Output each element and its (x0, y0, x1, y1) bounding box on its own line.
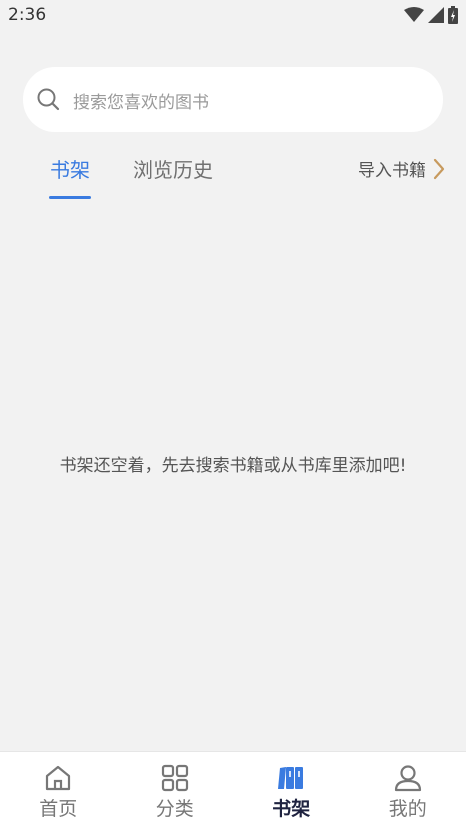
search-placeholder: 搜索您喜欢的图书 (73, 93, 209, 113)
nav-item-bookshelf[interactable]: 书架 (233, 752, 350, 830)
tab-history[interactable]: 浏览历史 (133, 154, 213, 183)
import-books-label: 导入书籍 (358, 161, 426, 181)
tab-indicator (49, 196, 91, 199)
search-icon (37, 88, 60, 111)
nav-item-profile[interactable]: 我的 (350, 752, 466, 830)
bottom-nav: 首页 分类 书架 我的 (0, 751, 466, 830)
bookshelf-icon (278, 767, 304, 789)
battery-icon (448, 6, 458, 24)
signal-icon (428, 7, 444, 23)
nav-label-bookshelf: 书架 (272, 798, 311, 820)
nav-label-category: 分类 (155, 798, 194, 820)
status-bar: 2:36 (0, 0, 466, 32)
search-input[interactable]: 搜索您喜欢的图书 (23, 67, 443, 132)
tab-bookshelf[interactable]: 书架 (50, 154, 90, 183)
nav-item-category[interactable]: 分类 (117, 752, 234, 830)
home-icon (46, 765, 71, 791)
chevron-right-icon (433, 158, 445, 179)
user-icon (394, 765, 421, 792)
status-time: 2:36 (8, 5, 47, 25)
status-icons (404, 6, 458, 24)
empty-shelf-message: 书架还空着，先去搜索书籍或从书库里添加吧! (59, 456, 407, 476)
grid-icon (161, 764, 188, 792)
wifi-icon (404, 7, 424, 22)
nav-item-home[interactable]: 首页 (0, 752, 117, 830)
nav-label-home: 首页 (39, 798, 78, 820)
import-books-link[interactable]: 导入书籍 (358, 156, 446, 181)
nav-label-profile: 我的 (388, 798, 427, 820)
